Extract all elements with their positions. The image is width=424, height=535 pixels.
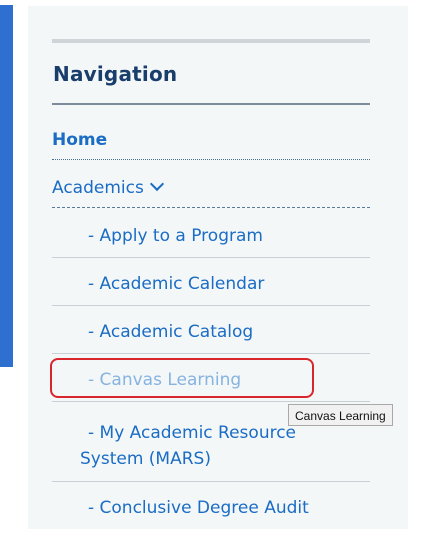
- tooltip: Canvas Learning: [288, 404, 393, 426]
- divider: [52, 305, 370, 306]
- academics-label: Academics: [52, 178, 144, 198]
- mars-label-line2: System (MARS): [80, 449, 211, 469]
- panel-top-rule: [52, 39, 370, 43]
- chevron-down-icon[interactable]: [149, 176, 164, 192]
- divider: [52, 159, 370, 160]
- navigation-heading: Navigation: [53, 62, 178, 86]
- left-accent-bar: [0, 5, 13, 367]
- divider: [52, 401, 370, 402]
- navigation-panel: Navigation Home Academics - Apply to a P…: [28, 6, 408, 529]
- divider: [52, 257, 370, 258]
- divider: [52, 353, 370, 354]
- nav-link-mars[interactable]: - My Academic Resource System (MARS): [52, 420, 370, 472]
- divider: [52, 207, 370, 208]
- nav-link-academics[interactable]: Academics: [52, 176, 370, 198]
- highlight-annotation-box: [50, 358, 314, 398]
- nav-link-conclusive-degree-audit[interactable]: - Conclusive Degree Audit: [52, 498, 370, 518]
- divider: [52, 481, 370, 482]
- nav-link-academic-calendar[interactable]: - Academic Calendar: [52, 274, 370, 294]
- heading-divider: [52, 103, 370, 105]
- nav-link-academic-catalog[interactable]: - Academic Catalog: [52, 322, 370, 342]
- nav-link-home[interactable]: Home: [52, 130, 370, 150]
- nav-link-apply-to-a-program[interactable]: - Apply to a Program: [52, 226, 370, 246]
- page: Navigation Home Academics - Apply to a P…: [0, 0, 424, 535]
